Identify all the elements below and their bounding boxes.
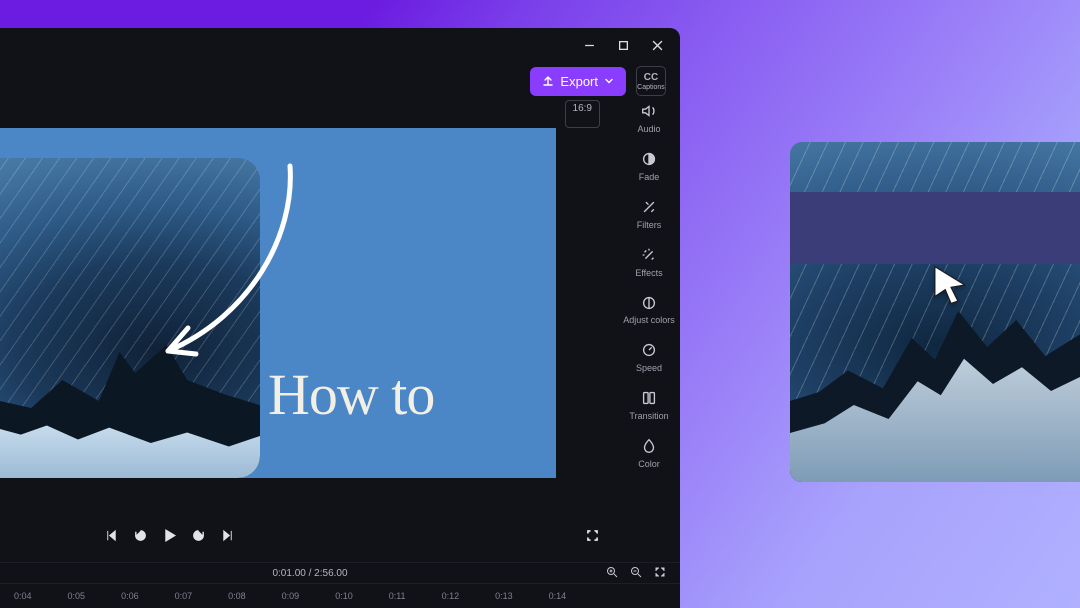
window-titlebar: [0, 28, 680, 62]
svg-text:5: 5: [197, 534, 200, 539]
upload-icon: [542, 75, 554, 87]
curved-arrow-annotation: [140, 156, 310, 366]
tool-effects[interactable]: Effects: [635, 246, 662, 278]
captions-button[interactable]: CC Captions: [636, 66, 666, 96]
tool-color[interactable]: Color: [638, 437, 660, 469]
tool-adjust-colors[interactable]: Adjust colors: [623, 294, 675, 325]
fit-button[interactable]: [654, 566, 666, 581]
svg-text:5: 5: [139, 534, 142, 539]
audio-waveform-pill[interactable]: [790, 192, 1080, 264]
maximize-button[interactable]: [614, 36, 632, 54]
fullscreen-button[interactable]: [585, 528, 600, 548]
play-button[interactable]: [162, 528, 177, 548]
export-label: Export: [560, 74, 598, 89]
cc-icon: CC: [644, 72, 658, 83]
promo-panel: [790, 142, 1080, 482]
tool-speed[interactable]: Speed: [636, 341, 662, 373]
cursor-icon: [928, 262, 974, 308]
forward-button[interactable]: 5: [191, 528, 206, 548]
timeline-ruler[interactable]: 0:040:050:060:070:080:090:100:110:120:13…: [0, 583, 680, 607]
aspect-ratio-pill[interactable]: 16:9: [565, 100, 600, 128]
zoom-in-button[interactable]: [606, 566, 618, 581]
stage: 16:9 How to 5: [0, 100, 618, 562]
tool-transition[interactable]: Transition: [629, 389, 668, 421]
video-editor-window: Export CC Captions 16:9: [0, 28, 680, 608]
transport-controls: 5 5: [0, 514, 618, 562]
export-button[interactable]: Export: [530, 67, 626, 96]
chevron-down-icon: [604, 76, 614, 86]
skip-start-button[interactable]: [104, 528, 119, 548]
time-display: 0:01.00 / 2:56.00: [272, 568, 347, 579]
close-button[interactable]: [648, 36, 666, 54]
skip-end-button[interactable]: [220, 528, 235, 548]
rewind-button[interactable]: 5: [133, 528, 148, 548]
preview-canvas[interactable]: How to: [0, 128, 556, 478]
zoom-out-button[interactable]: [630, 566, 642, 581]
right-tool-panel: Audio Fade Filters Effects Adjust colors…: [618, 100, 680, 562]
timeline-area: 0:01.00 / 2:56.00 0:040:050:060:070:080:…: [0, 562, 680, 608]
tool-audio[interactable]: Audio: [637, 102, 660, 134]
tool-fade[interactable]: Fade: [639, 150, 660, 182]
top-toolbar: Export CC Captions: [0, 62, 680, 100]
captions-label: Captions: [637, 84, 665, 91]
overlay-title-text[interactable]: How to: [268, 361, 434, 428]
tool-filters[interactable]: Filters: [637, 198, 662, 230]
minimize-button[interactable]: [580, 36, 598, 54]
